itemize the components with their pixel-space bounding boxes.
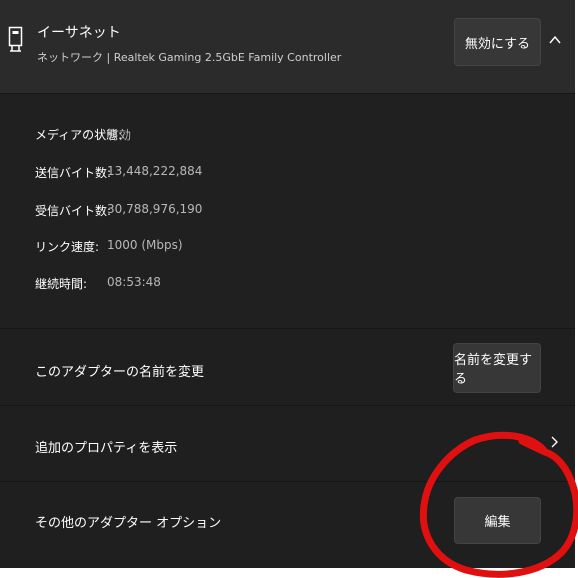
link-speed-label: リンク速度: [35,240,100,254]
view-properties-label[interactable]: 追加のプロパティを表示 [35,437,177,456]
divider [0,481,575,482]
media-state-value: 有効 [107,128,132,142]
bytes-sent-label: 送信バイト数: [35,166,112,180]
divider [0,405,575,406]
bytes-sent-value: 13,448,222,884 [107,164,203,178]
adapter-details: メディアの状態: 有効 送信バイト数: 13,448,222,884 受信バイト… [0,94,575,328]
link-speed-value: 1000 (Mbps) [107,238,183,252]
bytes-received-value: 30,788,976,190 [107,202,203,216]
bytes-received-label: 受信バイト数: [35,204,112,218]
disable-button[interactable]: 無効にする [454,18,541,66]
ethernet-header[interactable]: イーサネット ネットワーク | Realtek Gaming 2.5GbE Fa… [0,0,575,94]
adapter-subtitle: ネットワーク | Realtek Gaming 2.5GbE Family Co… [37,51,342,64]
adapter-title: イーサネット [37,25,121,41]
divider [0,328,575,329]
chevron-right-icon[interactable] [548,435,560,449]
duration-value: 08:53:48 [107,275,161,289]
chevron-up-icon[interactable] [548,33,562,47]
rename-adapter-label: このアダプターの名前を変更 [35,365,205,380]
duration-label: 継続時間: [35,277,88,291]
ethernet-icon [8,26,23,52]
rename-button[interactable]: 名前を変更する [453,343,541,393]
other-adapter-options-label: その他のアダプター オプション [35,516,222,531]
ethernet-settings-panel: イーサネット ネットワーク | Realtek Gaming 2.5GbE Fa… [0,0,575,568]
edit-button[interactable]: 編集 [454,497,541,544]
